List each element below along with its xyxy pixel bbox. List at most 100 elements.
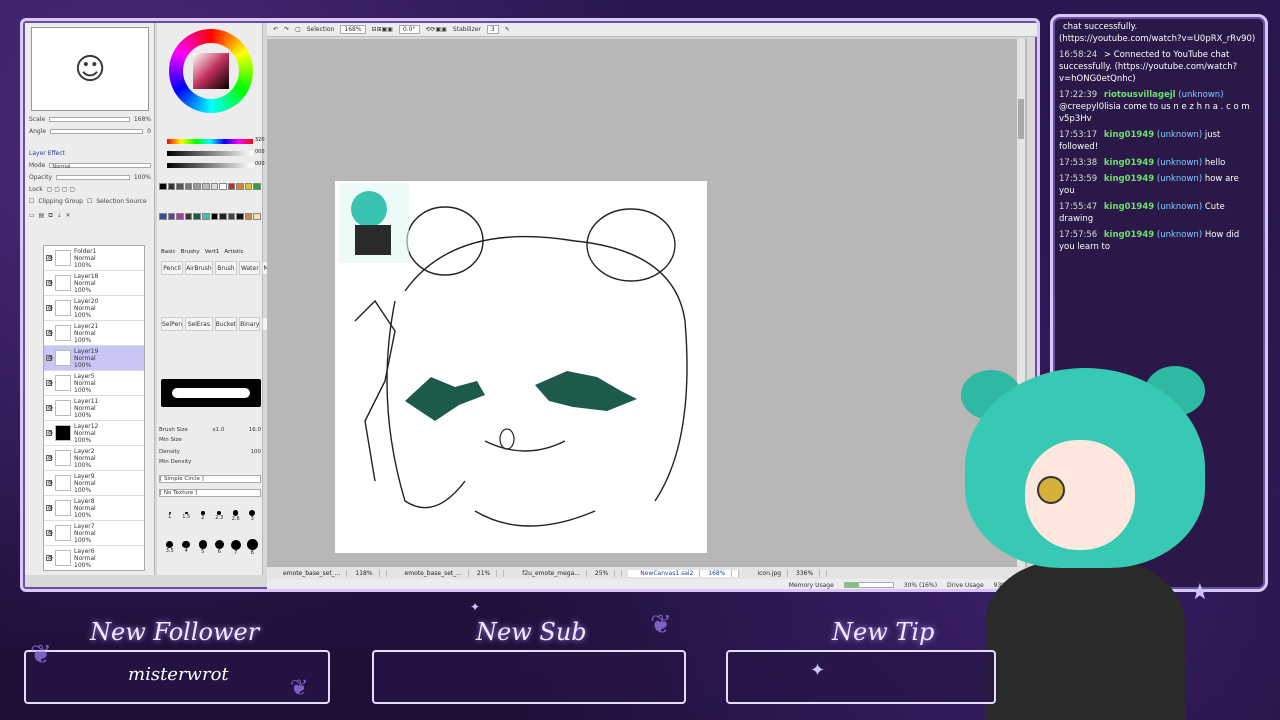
- rotate-buttons[interactable]: ⟲⟳▣▣: [426, 26, 447, 33]
- chat-username[interactable]: king01949: [1104, 130, 1154, 140]
- pen-pressure-icon[interactable]: ✎: [505, 26, 510, 33]
- brush-preset[interactable]: 1: [168, 512, 171, 520]
- brush-shape-select[interactable]: [ Simple Circle ]: [159, 475, 261, 483]
- color-swatch[interactable]: [193, 212, 201, 220]
- brush-preset[interactable]: 1.5: [182, 511, 190, 520]
- color-swatch[interactable]: [227, 212, 236, 220]
- color-swatch[interactable]: [219, 212, 227, 220]
- tool-tab[interactable]: Brushy: [181, 249, 200, 255]
- brush-preset[interactable]: 5: [198, 540, 207, 555]
- brush-texture-select[interactable]: [ No Texture ]: [159, 489, 261, 497]
- chat-username[interactable]: king01949: [1104, 202, 1154, 212]
- saturation-value-box[interactable]: [193, 53, 229, 89]
- color-swatch[interactable]: [253, 183, 261, 190]
- document-tab[interactable]: emote_base_set_... 21%: [393, 569, 505, 577]
- brush-preset[interactable]: 2.6: [232, 510, 240, 522]
- color-swatch[interactable]: [201, 212, 210, 220]
- copy-layer-icon[interactable]: ⧉: [48, 212, 52, 220]
- tool-tab[interactable]: Basic: [161, 249, 176, 255]
- color-swatch[interactable]: [167, 212, 176, 220]
- visibility-icon[interactable]: 👁: [46, 530, 53, 537]
- scale-row[interactable]: Scale 168%: [29, 115, 151, 124]
- brush-preset[interactable]: 2.3: [215, 510, 223, 521]
- visibility-icon[interactable]: 👁: [46, 330, 53, 337]
- stabilizer-field[interactable]: 3: [486, 25, 499, 34]
- brush-preset[interactable]: 8: [246, 539, 258, 556]
- visibility-icon[interactable]: 👁: [46, 455, 53, 462]
- layer-item[interactable]: 👁 Layer9 Normal 100%: [44, 471, 144, 496]
- scale-slider[interactable]: [49, 117, 130, 122]
- color-swatch[interactable]: [253, 212, 261, 220]
- layer-item[interactable]: 👁 Layer19 Normal 100%: [44, 346, 144, 371]
- deselect-icon[interactable]: ▢: [295, 26, 301, 33]
- visibility-icon[interactable]: 👁: [46, 380, 53, 387]
- density-row[interactable]: Density 100: [159, 449, 261, 455]
- color-swatch[interactable]: [176, 212, 184, 220]
- tool-tab[interactable]: Vert1: [205, 249, 220, 255]
- zoom-buttons[interactable]: ⊟⊞▣▣: [372, 26, 393, 33]
- selection-label[interactable]: Selection: [307, 26, 335, 33]
- navigator-thumbnail[interactable]: ☺: [31, 27, 149, 111]
- opacity-slider[interactable]: [56, 175, 130, 180]
- merge-down-icon[interactable]: ⇣: [57, 212, 62, 219]
- brush-size-mult[interactable]: x1.0: [212, 427, 224, 433]
- selection-source-checkbox[interactable]: ☐: [87, 198, 92, 205]
- brush-preset[interactable]: 3: [249, 510, 256, 522]
- document-tab[interactable]: f2u_emote_mega... 25%: [510, 569, 623, 577]
- undo-icon[interactable]: ↶: [273, 26, 278, 33]
- tool-button[interactable]: Binary: [239, 317, 261, 331]
- visibility-icon[interactable]: 👁: [46, 305, 53, 312]
- chat-username[interactable]: king01949: [1104, 158, 1154, 168]
- mode-row[interactable]: Mode Normal: [29, 161, 151, 170]
- layer-item[interactable]: 👁 Layer7 Normal 100%: [44, 521, 144, 546]
- color-swatch[interactable]: [176, 183, 184, 190]
- tool-button[interactable]: Bucket: [214, 317, 238, 331]
- layer-item[interactable]: 👁 Layer11 Normal 100%: [44, 396, 144, 421]
- color-swatch[interactable]: [227, 183, 236, 190]
- brush-preset[interactable]: 7: [230, 539, 241, 556]
- new-layer-icon[interactable]: ▭: [29, 212, 35, 219]
- visibility-icon[interactable]: 👁: [46, 355, 53, 362]
- color-swatch[interactable]: [193, 183, 201, 190]
- tool-button[interactable]: Brush: [214, 261, 238, 275]
- color-swatch[interactable]: [210, 183, 219, 190]
- color-swatch[interactable]: [236, 183, 244, 190]
- angle-slider[interactable]: [50, 129, 144, 134]
- color-swatch[interactable]: [159, 212, 167, 220]
- color-swatch[interactable]: [184, 212, 193, 220]
- color-swatch[interactable]: [236, 212, 244, 220]
- visibility-icon[interactable]: 👁: [46, 255, 53, 262]
- tool-button[interactable]: AirBrush: [185, 261, 213, 275]
- color-swatch[interactable]: [210, 212, 219, 220]
- document-tab[interactable]: emote_base_set_... 118%: [271, 569, 387, 577]
- scrollbar-thumb[interactable]: [1018, 99, 1024, 139]
- hue-slider[interactable]: [167, 139, 253, 144]
- visibility-icon[interactable]: 👁: [46, 480, 53, 487]
- min-density-row[interactable]: Min Density: [159, 459, 261, 465]
- layer-item[interactable]: 👁 Layer2 Normal 100%: [44, 446, 144, 471]
- tool-tab[interactable]: Artistic: [224, 249, 243, 255]
- visibility-icon[interactable]: 👁: [46, 430, 53, 437]
- layer-item[interactable]: 👁 Folder1 Normal 100%: [44, 246, 144, 271]
- color-swatch[interactable]: [219, 183, 227, 190]
- mode-select[interactable]: Normal: [49, 163, 151, 170]
- color-swatch[interactable]: [167, 183, 176, 190]
- layer-item[interactable]: 👁 Layer8 Normal 100%: [44, 496, 144, 521]
- lock-icons[interactable]: ▢ ▢ ▢ ▢: [47, 186, 75, 193]
- layer-item[interactable]: 👁 Layer5 Normal 100%: [44, 371, 144, 396]
- tool-button[interactable]: Water: [239, 261, 261, 275]
- chat-username[interactable]: riotousvillagejl: [1104, 90, 1176, 100]
- document-tab[interactable]: icon.jpg 336%: [745, 569, 828, 577]
- layer-item[interactable]: 👁 Layer18 Normal 100%: [44, 271, 144, 296]
- new-folder-icon[interactable]: ▤: [39, 212, 45, 219]
- layer-item[interactable]: 👁 Layer21 Normal 100%: [44, 321, 144, 346]
- layer-effect-row[interactable]: Layer Effect: [29, 149, 151, 158]
- document-tab[interactable]: NewCanvas1.sai2 168%: [628, 569, 740, 577]
- tool-button[interactable]: Pencil: [161, 261, 184, 275]
- layer-item[interactable]: 👁 Layer20 Normal 100%: [44, 296, 144, 321]
- clipping-group-checkbox[interactable]: ☐: [29, 198, 34, 205]
- visibility-icon[interactable]: 👁: [46, 280, 53, 287]
- brush-size-row[interactable]: Brush Size x1.0 16.0: [159, 427, 261, 433]
- color-wheel[interactable]: [169, 29, 253, 113]
- color-swatch[interactable]: [159, 183, 167, 190]
